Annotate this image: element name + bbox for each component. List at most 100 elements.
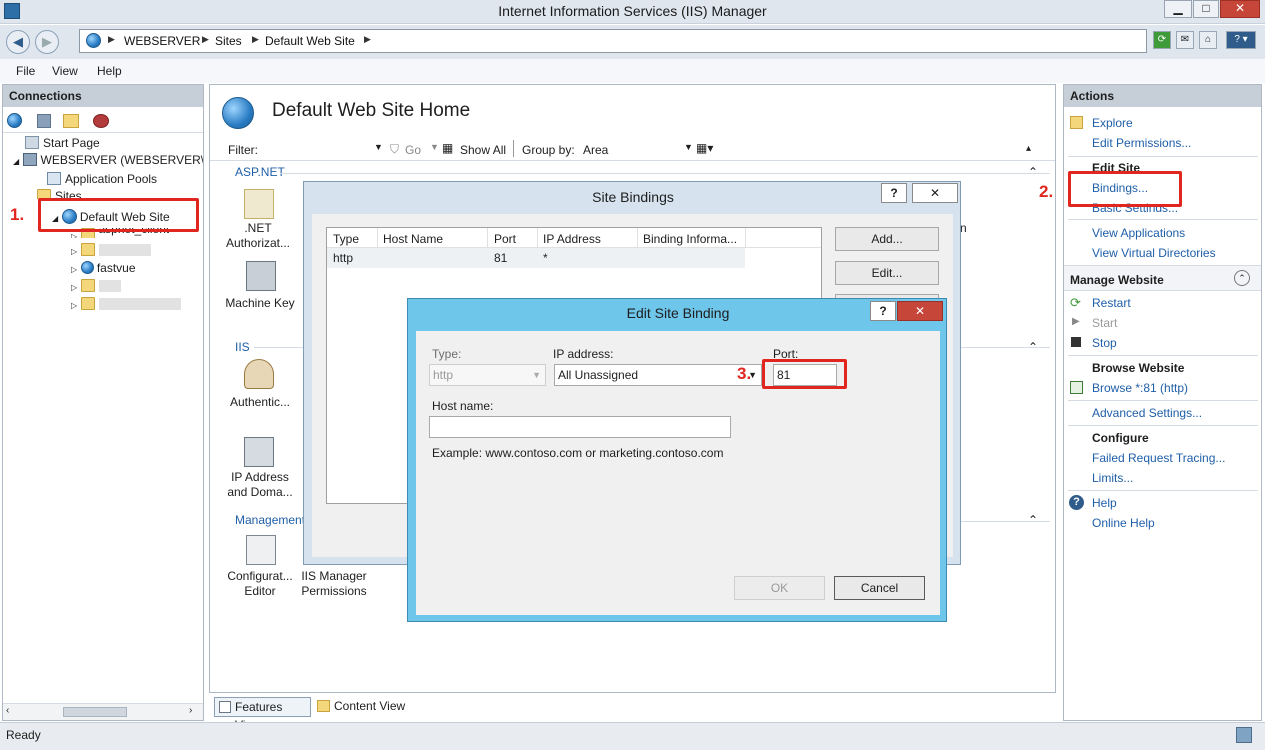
crumb-default-web-site[interactable]: Default Web Site	[265, 34, 355, 48]
start-page-icon	[25, 136, 39, 149]
tab-content-view[interactable]: Content View	[315, 697, 405, 717]
host-name-field[interactable]	[429, 416, 731, 438]
action-limits[interactable]: Limits...	[1092, 471, 1133, 485]
status-bar: Ready	[0, 722, 1265, 750]
action-start[interactable]: Start	[1092, 316, 1117, 330]
window-close-button[interactable]: ✕	[1220, 0, 1260, 18]
tree-application-pools[interactable]: Application Pools	[47, 172, 157, 186]
site-bindings-close-button[interactable]: ✕	[912, 183, 958, 203]
chevron-down-icon: ▼	[532, 370, 541, 380]
filter-input[interactable]	[262, 140, 384, 158]
edit-binding-close-button[interactable]: ✕	[897, 301, 943, 321]
menu-view[interactable]: View	[52, 64, 78, 78]
config-editor-icon[interactable]	[246, 535, 276, 565]
authentication-label[interactable]: Authentic...	[222, 395, 298, 410]
action-view-virtual-directories[interactable]: View Virtual Directories	[1092, 246, 1216, 260]
tree-hidden-site-3[interactable]: ▷	[71, 297, 181, 311]
forward-button[interactable]: ▶	[35, 30, 59, 54]
config-editor-label[interactable]: Configurat... Editor	[222, 569, 298, 599]
cancel-button[interactable]: Cancel	[834, 576, 925, 600]
col-type[interactable]: Type	[333, 232, 359, 246]
ip-address-label: IP address:	[553, 347, 614, 361]
table-row[interactable]: http 81 *	[327, 248, 745, 268]
group-by-select[interactable]: Area	[583, 143, 608, 157]
action-help[interactable]: Help	[1092, 496, 1117, 510]
action-online-help[interactable]: Online Help	[1092, 516, 1155, 530]
scroll-thumb[interactable]	[63, 707, 127, 717]
step-1-label: 1.	[10, 205, 25, 224]
refresh-icon[interactable]: ⟳	[1153, 31, 1171, 49]
machine-key-label[interactable]: Machine Key	[222, 296, 298, 311]
ip-address-select[interactable]: All Unassigned ▼	[554, 364, 762, 386]
tree-fastvue[interactable]: ▷ fastvue	[71, 261, 136, 275]
action-browse-81[interactable]: Browse *:81 (http)	[1092, 381, 1188, 395]
ip-restrictions-label[interactable]: IP Address and Doma...	[218, 470, 302, 500]
show-all-button[interactable]: Show All	[460, 143, 506, 157]
home-icon[interactable]: ⌂	[1199, 31, 1217, 49]
help-dropdown-icon[interactable]: ? ▾	[1226, 31, 1256, 49]
collapse-manage-icon[interactable]: ⌃	[1234, 270, 1250, 286]
tree-server[interactable]: ◢ WEBSERVER (WEBSERVER\Sco	[13, 153, 203, 167]
connections-toolbar	[5, 112, 200, 132]
col-ip-address[interactable]: IP Address	[543, 232, 601, 246]
crumb-webserver[interactable]: WEBSERVER	[124, 34, 200, 48]
collapse-filter-icon[interactable]: ▴	[1026, 143, 1031, 154]
address-bar[interactable]: ▶ WEBSERVER ▶ Sites ▶ Default Web Site ▶	[79, 29, 1147, 53]
action-failed-request-tracing[interactable]: Failed Request Tracing...	[1092, 451, 1225, 465]
action-stop[interactable]: Stop	[1092, 336, 1117, 350]
action-view-applications[interactable]: View Applications	[1092, 226, 1185, 240]
back-button[interactable]: ◀	[6, 30, 30, 54]
go-button[interactable]: Go	[405, 143, 421, 157]
edit-binding-help-button[interactable]: ?	[870, 301, 896, 321]
authentication-icon[interactable]	[244, 359, 274, 389]
col-host-name[interactable]: Host Name	[383, 232, 443, 246]
step-1-highlight	[38, 198, 199, 232]
maximize-button[interactable]: □	[1193, 0, 1219, 18]
action-edit-permissions[interactable]: Edit Permissions...	[1092, 136, 1191, 150]
edit-site-binding-dialog: Edit Site Binding ? ✕ Type: http ▼ IP ad…	[407, 298, 947, 622]
bindings-edit-button[interactable]: Edit...	[835, 261, 939, 285]
site-bindings-help-button[interactable]: ?	[881, 183, 907, 203]
connections-header: Connections	[3, 85, 203, 107]
bindings-add-button[interactable]: Add...	[835, 227, 939, 251]
restart-icon: ⟳	[1070, 295, 1081, 310]
ok-button[interactable]: OK	[734, 576, 825, 600]
collapse-aspnet-icon[interactable]: ⌃	[1028, 165, 1038, 179]
action-restart[interactable]: Restart	[1092, 296, 1131, 310]
view-options-icon[interactable]: ▦▾	[696, 141, 713, 155]
scroll-left-icon[interactable]: ‹	[6, 705, 9, 716]
machine-key-icon[interactable]	[246, 261, 276, 291]
filter-dropdown-icon[interactable]: ▼	[374, 142, 383, 152]
col-port[interactable]: Port	[494, 232, 516, 246]
type-select[interactable]: http ▼	[429, 364, 546, 386]
tree-start-page[interactable]: Start Page	[25, 136, 100, 150]
tree-hidden-site-2[interactable]: ▷	[71, 279, 121, 293]
disconnect-icon[interactable]	[93, 114, 109, 128]
up-folder-icon[interactable]	[63, 114, 79, 128]
col-binding-info[interactable]: Binding Informa...	[643, 232, 737, 246]
crumb-sites[interactable]: Sites	[215, 34, 242, 48]
save-icon[interactable]	[37, 114, 51, 128]
action-explore[interactable]: Explore	[1092, 116, 1133, 130]
stop-nav-icon[interactable]: ✉	[1176, 31, 1194, 49]
menu-help[interactable]: Help	[97, 64, 122, 78]
minimize-button[interactable]: ▁	[1164, 0, 1192, 18]
collapse-iis-icon[interactable]: ⌃	[1028, 340, 1038, 354]
net-authorization-label[interactable]: .NET Authorizat...	[222, 221, 294, 251]
ip-restrictions-icon[interactable]	[244, 437, 274, 467]
connections-hscrollbar[interactable]: ‹ ›	[3, 703, 203, 720]
connect-icon[interactable]	[7, 113, 22, 128]
group-by-dropdown-icon[interactable]: ▼	[684, 142, 693, 152]
go-dropdown-icon[interactable]: ▼	[430, 142, 439, 152]
iis-manager-permissions-label[interactable]: IIS Manager Permissions	[298, 569, 370, 599]
menu-file[interactable]: File	[16, 64, 35, 78]
section-iis: IIS	[235, 340, 250, 354]
collapse-management-icon[interactable]: ⌃	[1028, 513, 1038, 527]
scroll-right-icon[interactable]: ›	[189, 705, 192, 716]
tree-hidden-site-1[interactable]: ▷	[71, 243, 151, 257]
tab-features-view[interactable]: Features View	[214, 697, 311, 732]
action-advanced-settings[interactable]: Advanced Settings...	[1092, 406, 1202, 420]
group-by-label: Group by:	[522, 143, 575, 157]
crumb-separator-icon: ▶	[108, 34, 115, 44]
net-authorization-icon[interactable]	[244, 189, 274, 219]
